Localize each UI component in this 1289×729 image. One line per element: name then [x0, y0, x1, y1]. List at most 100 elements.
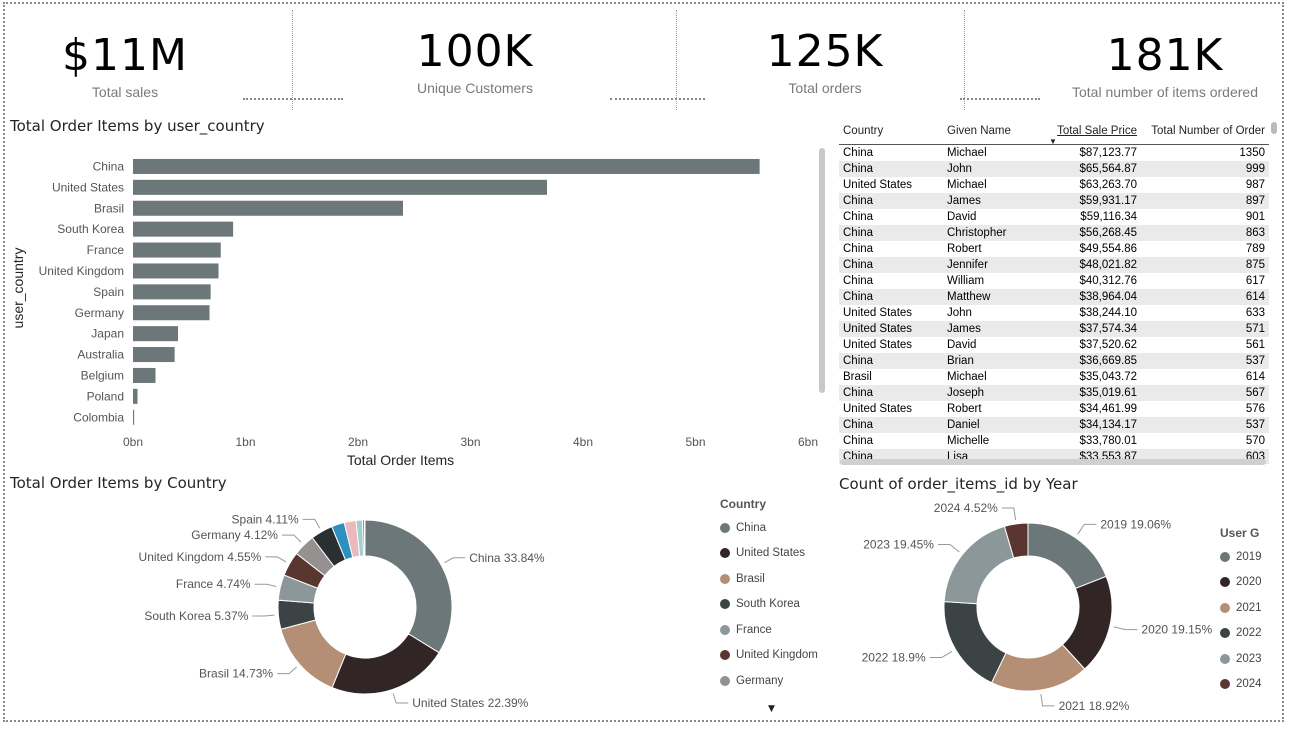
cell-total-sale-price: $37,574.34 [1045, 321, 1141, 337]
kpi-divider [676, 10, 677, 110]
bar-united-states[interactable] [133, 179, 547, 195]
country-slice-brasil[interactable] [280, 619, 347, 689]
customer-sales-table[interactable]: Country Given Name Total Sale Price ▼ To… [839, 118, 1271, 464]
legend-item[interactable]: 2020 [1220, 570, 1262, 596]
cell-given-name: Michelle [947, 435, 990, 447]
legend-item[interactable]: Brasil [720, 566, 818, 592]
cell-total-orders: 901 [1245, 211, 1265, 223]
bar-australia[interactable] [133, 347, 175, 363]
bar-japan[interactable] [133, 326, 178, 342]
cell-total-orders: 537 [1141, 353, 1269, 369]
slice-leader-line [937, 543, 960, 553]
year-slice-2019[interactable] [1027, 522, 1107, 590]
legend-item[interactable]: France [720, 617, 818, 643]
table-row[interactable]: China Jennifer $48,021.82 875 [839, 257, 1269, 273]
column-header-total-sale-price[interactable]: Total Sale Price ▼ [1045, 118, 1141, 145]
legend-item[interactable]: United Kingdom [720, 643, 818, 669]
table-row[interactable]: United States Michael $63,263.70 987 [839, 177, 1269, 193]
legend-item[interactable]: United States [720, 541, 818, 567]
table-row[interactable]: United States David $37,520.62 561 [839, 337, 1269, 353]
table-row[interactable]: United States Robert $34,461.99 576 [839, 401, 1269, 417]
table-row[interactable]: Brasil Michael $35,043.72 614 [839, 369, 1269, 385]
bar-germany[interactable] [133, 305, 210, 321]
cell-total-sale-price: $59,931.17 [1045, 193, 1141, 209]
x-tick-label: 5bn [685, 435, 705, 449]
donut-chart-country[interactable]: China 33.84% United States 22.39% Brasil 1… [0, 495, 700, 720]
country-legend[interactable]: Country China United States Brasil South Ko… [720, 497, 818, 694]
bar-belgium[interactable] [133, 367, 156, 383]
cell-given-name: Michael [947, 147, 987, 159]
bar-united-kingdom[interactable] [133, 263, 219, 279]
legend-item[interactable]: 2022 [1220, 621, 1262, 647]
year-legend[interactable]: User G 2019 2020 2021 2022 2023 2024 [1220, 526, 1262, 697]
table-row[interactable]: China David $59,116.34 901 [839, 209, 1269, 225]
column-header-total-number-of-order[interactable]: Total Number of Order [1141, 118, 1269, 145]
cell-country: China [839, 417, 943, 433]
legend-item[interactable]: China [720, 515, 818, 541]
table-row[interactable]: China William $40,312.76 617 [839, 273, 1269, 289]
cell-country: China [839, 385, 943, 401]
bar-poland[interactable] [133, 388, 138, 404]
kpi-card-total-orders[interactable]: 125K Total orders [720, 10, 930, 110]
legend-item[interactable]: 2021 [1220, 595, 1262, 621]
table-row[interactable]: China Michael $87,123.77 1350 [839, 145, 1269, 162]
bar-brasil[interactable] [133, 200, 403, 216]
table-row[interactable]: United States John $38,244.10 633 [839, 305, 1269, 321]
year-slice-2023[interactable] [943, 525, 1015, 605]
cell-country: China [843, 243, 874, 255]
bar-france[interactable] [133, 242, 221, 258]
table-horizontal-scrollbar[interactable] [840, 459, 1266, 465]
bar-china[interactable] [133, 158, 760, 174]
cell-country: United States [843, 179, 913, 191]
bar-category-label: Japan [91, 327, 124, 341]
table-row[interactable]: China Matthew $38,964.04 614 [839, 289, 1269, 305]
bar-chart[interactable]: China United States Brasil South Korea Franc… [0, 140, 830, 470]
column-header-country[interactable]: Country [839, 118, 943, 145]
legend-item[interactable]: 2019 [1220, 544, 1262, 570]
country-slice-united-states[interactable] [331, 633, 440, 695]
legend-label: France [736, 623, 772, 636]
legend-marker [1220, 551, 1230, 562]
legend-marker [1220, 602, 1230, 613]
column-header-label: Total Sale Price [1057, 125, 1137, 137]
kpi-card-total-items-ordered[interactable]: 181K Total number of items ordered [1050, 10, 1280, 110]
legend-item[interactable]: 2023 [1220, 646, 1262, 672]
table-row[interactable]: China John $65,564.87 999 [839, 161, 1269, 177]
bar-spain[interactable] [133, 284, 211, 300]
legend-marker [720, 573, 730, 584]
bar-colombia[interactable] [133, 409, 135, 425]
table-row[interactable]: China Brian $36,669.85 537 [839, 353, 1269, 369]
bar-south-korea[interactable] [133, 221, 234, 237]
table-row[interactable]: China Daniel $34,134.17 537 [839, 417, 1269, 433]
cell-total-sale-price: $87,123.77 [1079, 147, 1137, 159]
legend-item[interactable]: South Korea [720, 592, 818, 618]
bar-chart-scrollbar[interactable] [819, 148, 825, 393]
slice-leader-line [444, 557, 466, 564]
table-row[interactable]: China Christopher $56,268.45 863 [839, 225, 1269, 241]
legend-item[interactable]: 2024 [1220, 672, 1262, 698]
x-tick-label: 1bn [235, 435, 255, 449]
table-row[interactable]: China James $59,931.17 897 [839, 193, 1269, 209]
slice-leader-line [1077, 523, 1097, 535]
kpi-card-unique-customers[interactable]: 100K Unique Customers [370, 10, 580, 110]
slice-leader-line [252, 614, 275, 617]
cell-total-sale-price: $35,043.72 [1079, 371, 1137, 383]
donut-chart-year[interactable]: 2019 19.06% 2020 19.15% 2021 18.92% 2022 18… [840, 495, 1215, 720]
cell-country: China [839, 257, 943, 273]
table-vertical-scrollbar[interactable] [1271, 122, 1277, 134]
country-slice-china[interactable] [364, 519, 453, 654]
country-slice-colombia[interactable] [363, 519, 366, 557]
legend-item[interactable]: Germany [720, 668, 818, 694]
kpi-card-total-sales[interactable]: $11M Total sales [20, 10, 230, 110]
table-row[interactable]: China Joseph $35,019.61 567 [839, 385, 1269, 401]
slice-data-label: 2021 18.92% [1059, 699, 1130, 713]
legend-marker [1220, 653, 1230, 664]
table-row[interactable]: United States James $37,574.34 571 [839, 321, 1269, 337]
table-row[interactable]: China Robert $49,554.86 789 [839, 241, 1269, 257]
year-slice-2022[interactable] [943, 601, 1007, 684]
column-header-given-name[interactable]: Given Name [943, 118, 1045, 145]
legend-scroll-down-icon[interactable]: ▼ [768, 704, 775, 714]
sort-descending-icon[interactable]: ▼ [1049, 137, 1057, 144]
cell-given-name: Joseph [943, 385, 1045, 401]
table-row[interactable]: China Michelle $33,780.01 570 [839, 433, 1269, 449]
